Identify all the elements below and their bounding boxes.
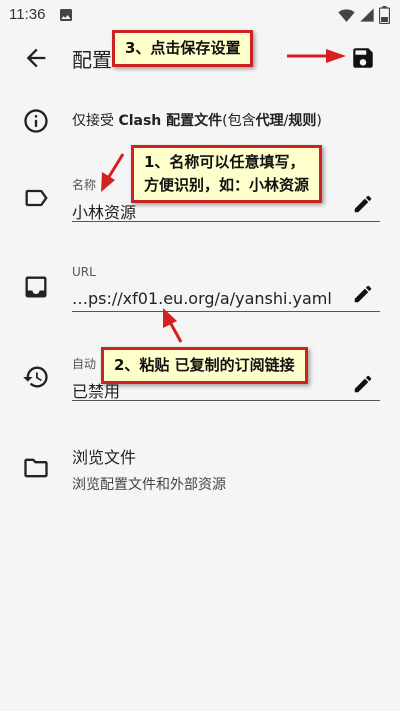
save-icon[interactable] xyxy=(350,45,376,71)
name-arrow xyxy=(101,153,125,192)
edit-icon[interactable] xyxy=(352,373,374,395)
annotation-url-text: 2、粘贴 已复制的订阅链接 xyxy=(114,356,295,374)
status-icons xyxy=(338,6,390,24)
history-icon xyxy=(23,366,48,388)
url-arrow xyxy=(163,308,183,343)
url-field-underline xyxy=(72,311,380,312)
page-title: 配置 xyxy=(72,48,112,72)
name-field-value[interactable]: 小林资源 xyxy=(72,199,136,223)
annotation-name: 1、名称可以任意填写， 方便识别，如：小林资源 xyxy=(131,145,323,203)
annotation-name-line1: 1、名称可以任意填写， xyxy=(144,153,305,171)
info-icon xyxy=(24,109,48,133)
info-text-mid: (包含 xyxy=(222,113,256,129)
name-field-label: 名称 xyxy=(72,178,97,192)
edit-icon[interactable] xyxy=(352,283,374,305)
gallery-icon xyxy=(60,9,72,21)
edit-icon[interactable] xyxy=(352,193,374,215)
signal-icon xyxy=(360,8,374,22)
label-icon xyxy=(25,189,48,207)
info-text-suffix: ) xyxy=(316,113,322,129)
status-time: 11:36 xyxy=(9,6,46,23)
info-text-rules: 规则 xyxy=(288,113,317,129)
inbox-icon xyxy=(25,276,47,298)
info-text: 仅接受 Clash 配置文件(包含代理/规则) xyxy=(72,110,322,130)
auto-update-field-label: 自动 xyxy=(72,357,97,371)
battery-icon xyxy=(379,6,390,24)
name-field-underline xyxy=(72,221,380,222)
arrow-back-icon[interactable] xyxy=(22,44,50,72)
folder-icon[interactable] xyxy=(22,454,50,482)
status-bar: 11:36 xyxy=(0,0,400,30)
annotation-save: 3、点击保存设置 xyxy=(112,30,254,67)
info-text-prefix: 仅接受 xyxy=(72,113,119,129)
url-field-label: URL xyxy=(72,265,96,279)
annotation-name-line2: 方便识别，如：小林资源 xyxy=(144,176,310,194)
auto-update-field-underline xyxy=(72,400,380,401)
url-field-value[interactable]: …ps://xf01.eu.org/a/yanshi.yaml xyxy=(72,289,350,308)
annotation-save-text: 3、点击保存设置 xyxy=(125,39,241,57)
browse-files-title[interactable]: 浏览文件 xyxy=(72,444,136,468)
annotation-url: 2、粘贴 已复制的订阅链接 xyxy=(101,347,308,384)
browse-files-subtitle[interactable]: 浏览配置文件和外部资源 xyxy=(72,474,226,494)
info-text-proxy: 代理 xyxy=(255,113,284,129)
wifi-icon xyxy=(338,8,355,22)
info-text-clash: Clash 配置文件 xyxy=(118,113,223,129)
